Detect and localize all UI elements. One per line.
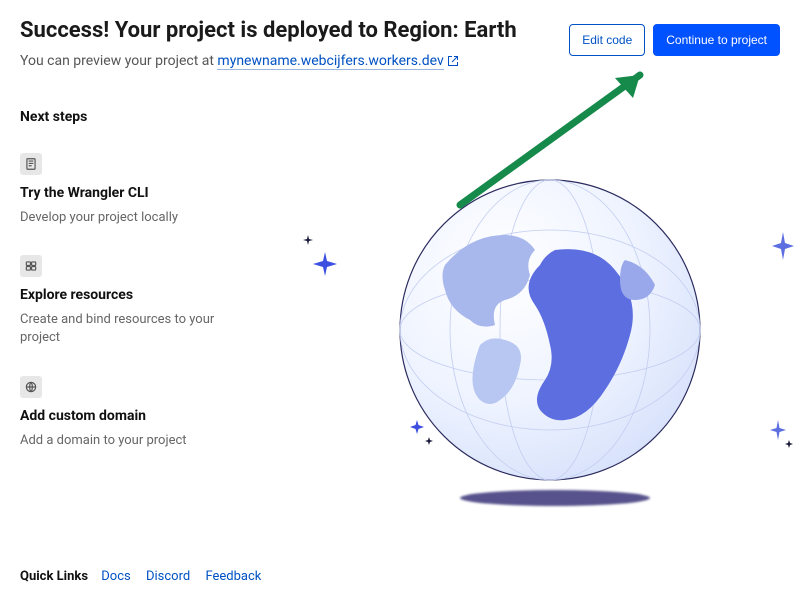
- card-desc: Add a domain to your project: [20, 432, 240, 450]
- subtitle: You can preview your project at mynewnam…: [20, 53, 517, 69]
- sparkle-icon: [785, 440, 793, 448]
- next-step-card[interactable]: Explore resources Create and bind resour…: [20, 255, 280, 347]
- card-title: Add custom domain: [20, 408, 280, 424]
- sparkle-icon: [303, 235, 313, 245]
- globe-illustration: [390, 170, 720, 510]
- resources-icon: [20, 255, 42, 277]
- page-title: Success! Your project is deployed to Reg…: [20, 18, 517, 43]
- card-desc: Develop your project locally: [20, 209, 240, 227]
- next-steps-heading: Next steps: [20, 109, 780, 125]
- globe-small-icon: [20, 376, 42, 398]
- card-desc: Create and bind resources to your projec…: [20, 311, 240, 347]
- external-link-icon: [447, 53, 459, 69]
- sparkle-icon: [772, 232, 794, 260]
- continue-to-project-button[interactable]: Continue to project: [653, 24, 780, 56]
- quick-link-docs[interactable]: Docs: [101, 569, 130, 584]
- sparkle-icon: [770, 420, 786, 440]
- next-step-card[interactable]: Add custom domain Add a domain to your p…: [20, 376, 280, 450]
- next-step-card[interactable]: Try the Wrangler CLI Develop your projec…: [20, 153, 280, 227]
- card-title: Explore resources: [20, 287, 280, 303]
- sparkle-icon: [425, 437, 433, 445]
- subtitle-prefix: You can preview your project at: [20, 53, 217, 69]
- sparkle-icon: [410, 420, 424, 434]
- card-title: Try the Wrangler CLI: [20, 185, 280, 201]
- quick-links: Quick Links Docs Discord Feedback: [20, 569, 273, 584]
- quick-link-discord[interactable]: Discord: [146, 569, 190, 584]
- edit-code-button[interactable]: Edit code: [569, 24, 645, 56]
- sparkle-icon: [313, 252, 337, 276]
- project-url-link[interactable]: mynewname.webcijfers.workers.dev: [217, 53, 443, 70]
- quick-links-label: Quick Links: [20, 569, 88, 584]
- quick-link-feedback[interactable]: Feedback: [205, 569, 261, 584]
- document-icon: [20, 153, 42, 175]
